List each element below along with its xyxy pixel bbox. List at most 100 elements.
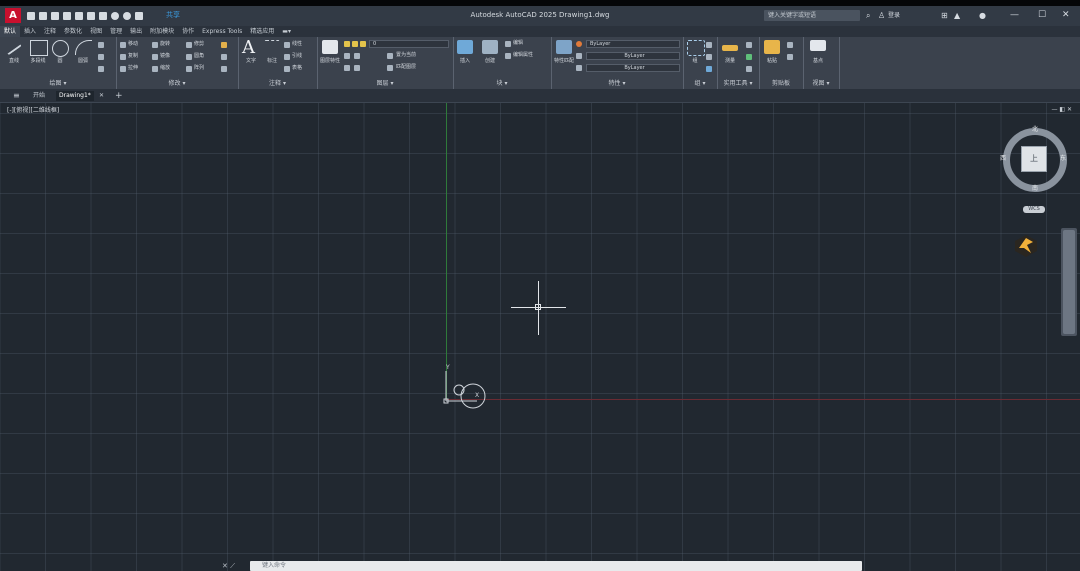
viewcube-west[interactable]: 西	[1000, 155, 1006, 163]
text-icon[interactable]: A	[242, 38, 255, 58]
edit-block-icon[interactable]	[505, 41, 511, 47]
layer-dropdown[interactable]: 0	[369, 40, 449, 48]
cut-icon[interactable]	[787, 54, 793, 60]
lineweight-dropdown[interactable]: ByLayer	[586, 52, 680, 60]
hatch-icon[interactable]	[98, 54, 104, 60]
fillet-label[interactable]: 圆角	[194, 53, 204, 60]
table-icon[interactable]	[284, 66, 290, 72]
leader-icon[interactable]	[284, 54, 290, 60]
arc-icon[interactable]	[75, 40, 92, 55]
group-edit-icon[interactable]	[706, 54, 712, 60]
match-properties-icon[interactable]	[556, 40, 572, 54]
move-label[interactable]: 移动	[128, 41, 138, 48]
tab-start[interactable]: 开始	[30, 91, 48, 101]
stretch-icon[interactable]	[120, 66, 126, 72]
tab-addins[interactable]: 附加模块	[146, 26, 178, 37]
insert-block-icon[interactable]	[457, 40, 473, 54]
tab-express-tools[interactable]: Express Tools	[198, 26, 246, 37]
minimize-button[interactable]: —	[1010, 8, 1019, 22]
view-panel-title[interactable]: 视图 ▾	[803, 80, 839, 87]
dimension-icon[interactable]	[264, 40, 280, 55]
linetype-dropdown[interactable]: ByLayer	[586, 64, 680, 72]
groups-panel-title[interactable]: 组 ▾	[683, 80, 717, 87]
tab-more[interactable]: ▬▾	[278, 26, 295, 37]
maximize-button[interactable]: ☐	[1038, 8, 1046, 22]
tab-parametric[interactable]: 参数化	[60, 26, 86, 37]
layer-off-icon[interactable]	[344, 65, 350, 71]
user-icon[interactable]: ♙	[878, 10, 885, 21]
paste-icon[interactable]	[764, 40, 780, 54]
annotation-panel-title[interactable]: 注释 ▾	[238, 80, 317, 87]
tab-featured-apps[interactable]: 精选应用	[246, 26, 278, 37]
viewport-controls-label[interactable]: [-][俯视][二维线框]	[7, 107, 59, 115]
rotate-icon[interactable]	[152, 42, 158, 48]
tab-output[interactable]: 输出	[126, 26, 146, 37]
mirror-label[interactable]: 镜像	[160, 53, 170, 60]
base-view-icon[interactable]	[810, 40, 826, 51]
layer-unisolate-icon[interactable]	[354, 65, 360, 71]
search-input[interactable]: 键入关键字或短语	[764, 10, 860, 21]
trim-icon[interactable]	[186, 42, 192, 48]
rotate-label[interactable]: 旋转	[160, 41, 170, 48]
new-tab-button[interactable]: +	[112, 91, 126, 101]
match-layer-icon[interactable]	[387, 65, 393, 71]
rectangle-icon[interactable]	[98, 42, 104, 48]
fillet-icon[interactable]	[186, 54, 192, 60]
command-line-input[interactable]	[250, 561, 862, 571]
tab-view[interactable]: 视图	[86, 26, 106, 37]
tab-collaborate[interactable]: 协作	[178, 26, 198, 37]
viewcube-wcs-menu[interactable]: WCS	[1023, 206, 1045, 213]
mirror-icon[interactable]	[152, 54, 158, 60]
modify-panel-title[interactable]: 修改 ▾	[116, 80, 238, 87]
utilities-panel-title[interactable]: 实用工具 ▾	[717, 80, 759, 87]
make-current-icon[interactable]	[387, 53, 393, 59]
ellipse-icon[interactable]	[98, 66, 104, 72]
command-line-icons[interactable]: ✕ ⟋	[222, 562, 235, 571]
draw-panel-title[interactable]: 绘图 ▾	[0, 80, 116, 87]
layers-panel-title[interactable]: 图层 ▾	[317, 80, 453, 87]
leader-label[interactable]: 引线	[292, 53, 302, 60]
offset-icon[interactable]	[221, 66, 227, 72]
drawing-canvas[interactable]	[0, 103, 1080, 571]
help-icon[interactable]: ●	[979, 10, 986, 21]
match-layer-label[interactable]: 匹配图层	[396, 64, 416, 71]
polyline-icon[interactable]	[30, 40, 48, 56]
stretch-label[interactable]: 拉伸	[128, 65, 138, 72]
search-icon[interactable]: ⌕	[866, 10, 870, 21]
navigation-bar-handle[interactable]	[1063, 230, 1075, 334]
create-block-icon[interactable]	[482, 40, 498, 54]
edit-attribute-icon[interactable]	[505, 53, 511, 59]
viewcube-top-face[interactable]: 上	[1021, 146, 1047, 172]
tab-manage[interactable]: 管理	[106, 26, 126, 37]
scale-icon[interactable]	[152, 66, 158, 72]
scale-label[interactable]: 缩放	[160, 65, 170, 72]
layer-properties-icon[interactable]	[322, 40, 338, 54]
color-dropdown[interactable]: ByLayer	[586, 40, 680, 48]
close-button[interactable]: ✕	[1062, 8, 1070, 22]
viewcube-east[interactable]: 东	[1060, 155, 1066, 163]
tab-default[interactable]: 默认	[0, 26, 21, 37]
move-icon[interactable]	[120, 42, 126, 48]
linear-icon[interactable]	[284, 42, 290, 48]
make-current-label[interactable]: 置为当前	[396, 52, 416, 59]
viewcube-south[interactable]: 南	[1032, 185, 1038, 193]
quick-calc-icon[interactable]	[746, 66, 752, 72]
explode-icon[interactable]	[221, 54, 227, 60]
signin-button[interactable]: 登录	[888, 10, 900, 21]
viewport-window-controls[interactable]: — ◧ ✕	[1051, 106, 1072, 114]
ucs-icon[interactable]	[443, 365, 489, 409]
block-panel-title[interactable]: 块 ▾	[453, 80, 551, 87]
group-icon[interactable]	[687, 40, 705, 56]
copy-icon[interactable]	[120, 54, 126, 60]
linear-label[interactable]: 线性	[292, 41, 302, 48]
layer-state-icon[interactable]	[344, 53, 350, 59]
properties-panel-title[interactable]: 特性 ▾	[551, 80, 683, 87]
table-label[interactable]: 表格	[292, 65, 302, 72]
cart-icon[interactable]: ⊞	[941, 10, 948, 21]
id-point-icon[interactable]	[746, 42, 752, 48]
copy-label[interactable]: 复制	[128, 53, 138, 60]
tab-drawing1[interactable]: Drawing1*	[56, 91, 94, 101]
autodesk-account-icon[interactable]: ▲	[954, 10, 960, 21]
select-all-icon[interactable]	[746, 54, 752, 60]
ungroup-icon[interactable]	[706, 42, 712, 48]
